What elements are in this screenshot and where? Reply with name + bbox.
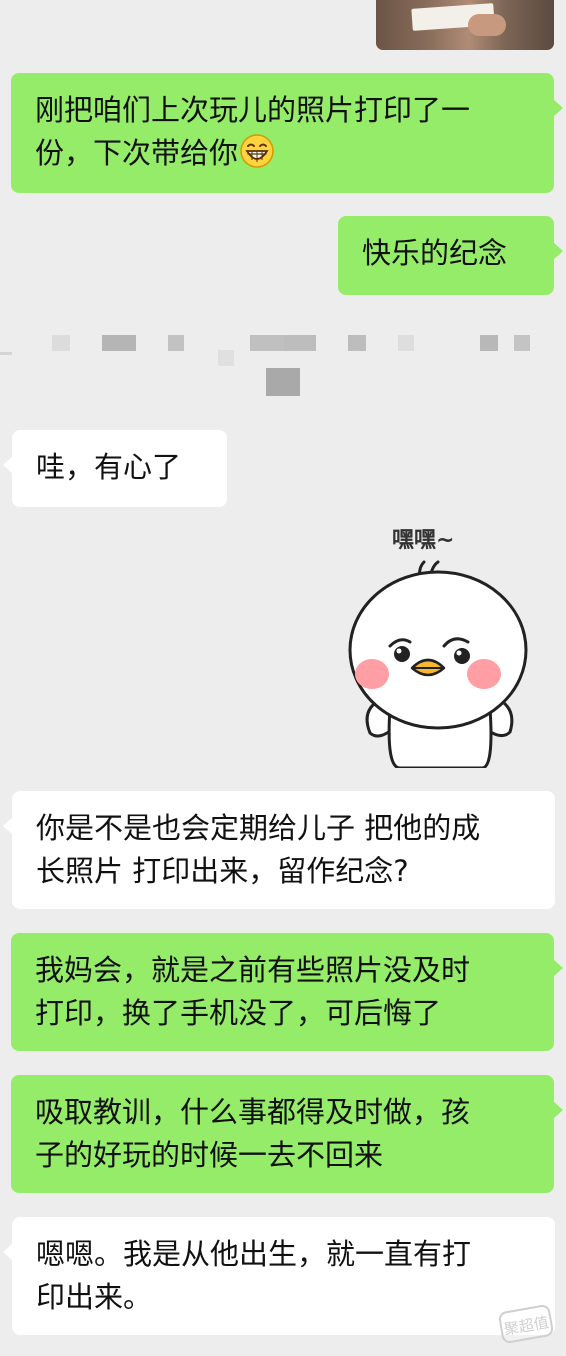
message-text-line: 印出来。 xyxy=(36,1280,153,1314)
message-text-line: 长照片 打印出来，留作纪念? xyxy=(36,854,409,888)
mosaic-block xyxy=(284,335,316,351)
message-text-line: 你是不是也会定期给儿子 把他的成 xyxy=(36,811,481,845)
mosaic-block xyxy=(480,335,498,351)
mosaic-block xyxy=(168,335,184,351)
chick-sticker-illustration xyxy=(348,560,528,768)
mosaic-block xyxy=(102,335,136,351)
shared-photo-thumbnail[interactable] xyxy=(376,0,554,50)
message-bubble-incoming[interactable]: 你是不是也会定期给儿子 把他的成 长照片 打印出来，留作纪念? xyxy=(3,791,555,909)
mosaic-block xyxy=(52,335,70,351)
grinning-face-emoji-icon xyxy=(240,134,274,168)
chick-sticker[interactable]: 嘿嘿~ xyxy=(340,528,536,768)
mosaic-block xyxy=(266,368,300,396)
photo-hand xyxy=(468,14,506,36)
message-text-line: 打印，换了手机没了，可后悔了 xyxy=(35,996,442,1030)
message-bubble-outgoing[interactable]: 刚把咱们上次玩儿的照片打印了一 份，下次带给你 xyxy=(11,73,563,193)
mosaic-block xyxy=(514,335,530,351)
message-text-line: 刚把咱们上次玩儿的照片打印了一 xyxy=(35,93,471,127)
mosaic-block xyxy=(348,335,366,351)
message-bubble-outgoing[interactable]: 快乐的纪念 xyxy=(338,216,563,295)
message-text-line: 哇，有心了 xyxy=(36,450,182,484)
message-text-line: 吸取教训，什么事都得及时做，孩 xyxy=(35,1095,471,1129)
mosaic-block xyxy=(398,335,414,351)
message-text-line: 我妈会，就是之前有些照片没及时 xyxy=(35,953,471,987)
message-bubble-outgoing[interactable]: 吸取教训，什么事都得及时做，孩 子的好玩的时候一去不回来 xyxy=(11,1075,563,1193)
message-text-line: 份，下次带给你 xyxy=(35,132,530,175)
message-text-line: 快乐的纪念 xyxy=(362,236,508,270)
mosaic-block xyxy=(0,352,12,355)
message-bubble-outgoing[interactable]: 我妈会，就是之前有些照片没及时 打印，换了手机没了，可后悔了 xyxy=(11,933,563,1051)
mosaic-block xyxy=(218,350,234,366)
message-text-line: 子的好玩的时候一去不回来 xyxy=(35,1138,384,1172)
message-text-line: 嗯嗯。我是从他出生，就一直有打 xyxy=(36,1237,472,1271)
message-bubble-incoming[interactable]: 嗯嗯。我是从他出生，就一直有打 印出来。 xyxy=(3,1217,555,1335)
message-bubble-incoming[interactable]: 哇，有心了 xyxy=(3,430,227,507)
mosaic-block xyxy=(250,335,284,351)
